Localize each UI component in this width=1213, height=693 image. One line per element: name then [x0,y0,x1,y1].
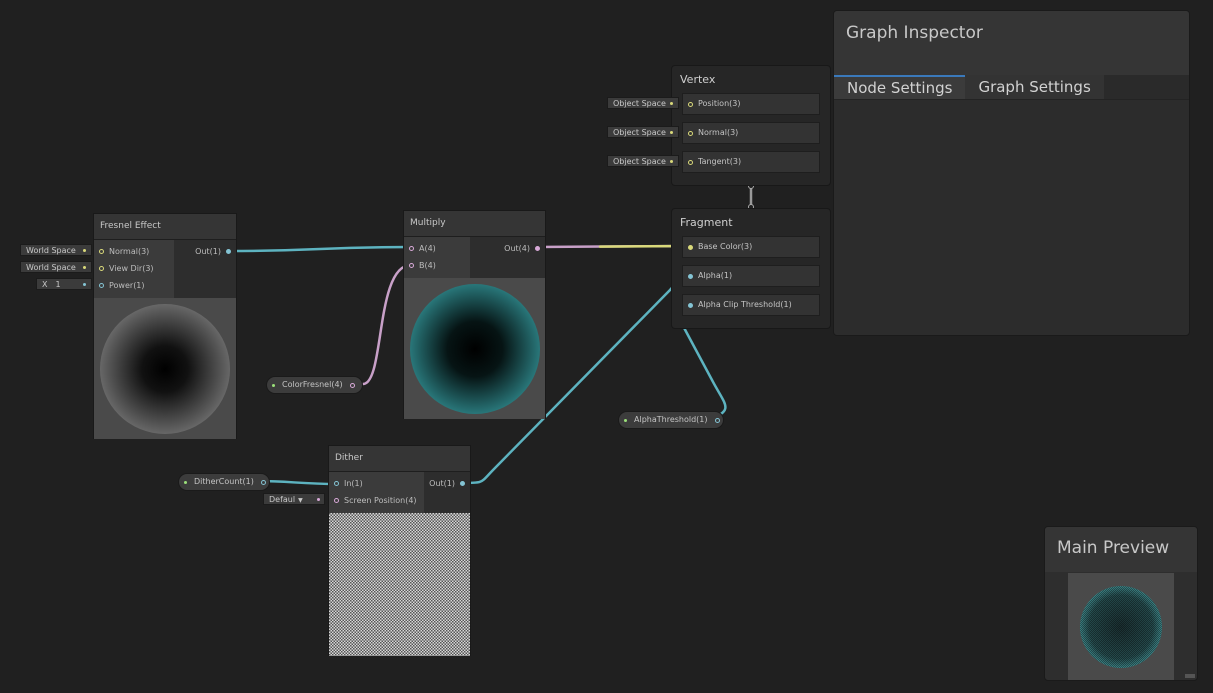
fresnel-view-dir-pin[interactable]: View Dir(3) [94,260,174,277]
graph-inspector-title: Graph Inspector [834,11,1189,75]
resize-handle-icon[interactable] [1185,674,1195,678]
vertex-position-block[interactable]: Position(3) [682,93,820,115]
dither-screen-position-dropdown[interactable]: Defaul ▼ [263,493,325,505]
dither-count-property[interactable]: DitherCount(1) [178,473,270,491]
dither-preview [329,513,470,656]
fresnel-effect-node[interactable]: Fresnel Effect Normal(3) View Dir(3) Pow… [93,213,237,439]
fragment-alpha-block[interactable]: Alpha(1) [682,265,820,287]
fragment-context[interactable]: Fragment Base Color(3) Alpha(1) Alpha Cl… [671,208,831,329]
vertex-tangent-space-field[interactable]: Object Space [607,155,679,167]
main-preview-dither-overlay [1080,586,1162,668]
fresnel-power-pin[interactable]: Power(1) [94,277,174,294]
fresnel-effect-title: Fresnel Effect [94,214,236,240]
fragment-alpha-clip-threshold-block[interactable]: Alpha Clip Threshold(1) [682,294,820,316]
tab-graph-settings[interactable]: Graph Settings [965,75,1104,99]
multiply-b-pin[interactable]: B(4) [404,257,470,274]
fresnel-out-pin[interactable]: Out(1) [174,243,236,260]
inspector-tabs: Node Settings Graph Settings [834,75,1189,100]
alpha-threshold-property[interactable]: AlphaThreshold(1) [618,411,724,429]
fresnel-normal-pin[interactable]: Normal(3) [94,243,174,260]
main-preview-title: Main Preview [1045,527,1197,572]
fresnel-power-field[interactable]: X1 [36,278,92,290]
wire-multiply-out-to-base-color [535,244,692,249]
multiply-title: Multiply [404,211,545,237]
vertex-title: Vertex [680,73,716,86]
vertex-normal-space-field[interactable]: Object Space [607,126,679,138]
dither-title: Dither [329,446,470,472]
chevron-down-icon: ▼ [298,497,303,504]
main-preview-panel[interactable]: Main Preview [1044,526,1198,681]
vertex-context[interactable]: Vertex Position(3) Normal(3) Tangent(3) [671,65,831,186]
fresnel-view-dir-space-field[interactable]: World Space [20,261,92,273]
dither-screen-position-pin[interactable]: Screen Position(4) [329,492,424,509]
dither-in-pin[interactable]: In(1) [329,475,424,492]
tab-node-settings[interactable]: Node Settings [834,75,966,99]
fragment-base-color-block[interactable]: Base Color(3) [682,236,820,258]
main-preview-viewport[interactable] [1068,573,1174,680]
fresnel-preview [94,298,236,439]
dither-node[interactable]: Dither In(1) Screen Position(4) Out(1) [328,445,471,656]
vertex-position-space-field[interactable]: Object Space [607,97,679,109]
multiply-a-pin[interactable]: A(4) [404,240,470,257]
fresnel-normal-space-field[interactable]: World Space [20,244,92,256]
multiply-preview-sphere [410,284,540,414]
vertex-tangent-block[interactable]: Tangent(3) [682,151,820,173]
fresnel-preview-sphere [100,304,230,434]
wire-fresnel-out-to-multiply-a [226,245,413,253]
color-fresnel-property[interactable]: ColorFresnel(4) [266,376,363,394]
dither-out-pin[interactable]: Out(1) [424,475,470,492]
multiply-preview [404,278,545,419]
fragment-title: Fragment [680,216,733,229]
multiply-out-pin[interactable]: Out(4) [470,240,545,257]
multiply-node[interactable]: Multiply A(4) B(4) Out(4) [403,210,546,419]
vertex-normal-block[interactable]: Normal(3) [682,122,820,144]
graph-inspector-panel[interactable]: Graph Inspector Node Settings Graph Sett… [833,10,1190,336]
